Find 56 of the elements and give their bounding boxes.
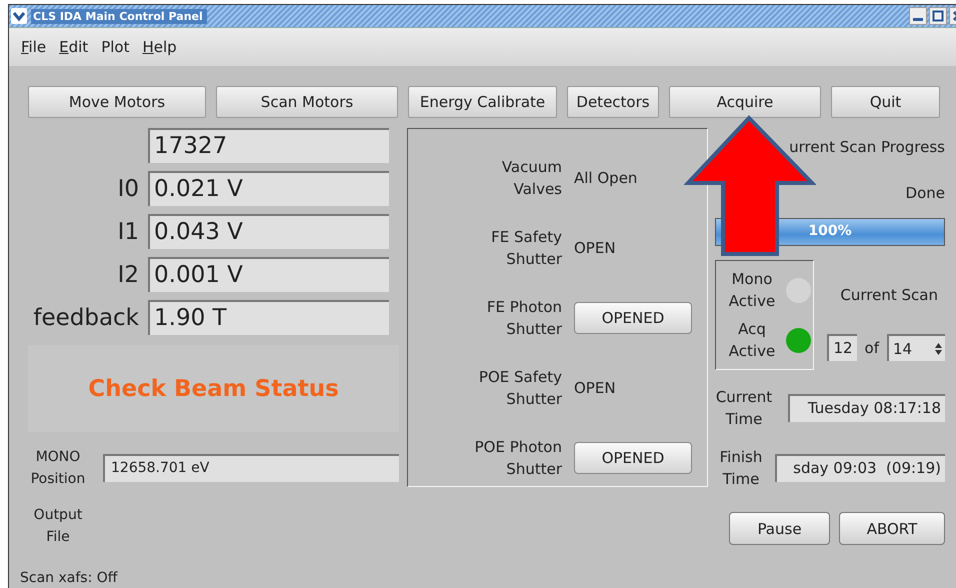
progress-title: urrent Scan Progress bbox=[788, 138, 945, 156]
finish-time-field: sday 09:03 (09:19) bbox=[775, 454, 945, 482]
reading-field: 1.90 T bbox=[148, 300, 389, 335]
menu-item[interactable]: Help bbox=[142, 38, 177, 56]
of-label: of bbox=[864, 338, 879, 356]
reading-label: I2 bbox=[116, 262, 140, 288]
menu-item[interactable]: File bbox=[21, 38, 46, 56]
action-button[interactable]: ABORT bbox=[839, 512, 945, 545]
shutter-label: FE Photon Shutter bbox=[486, 297, 562, 340]
window-title: CLS IDA Main Control Panel bbox=[31, 8, 207, 24]
chevron-icon[interactable] bbox=[11, 8, 27, 24]
toolbar-button[interactable]: Quit bbox=[831, 86, 940, 118]
reading-field: 0.021 V bbox=[148, 171, 389, 206]
scan-total-spinbox[interactable]: 14 bbox=[887, 334, 945, 361]
shutter-label: FE Safety Shutter bbox=[490, 227, 562, 270]
toolbar-button[interactable]: Detectors bbox=[567, 86, 659, 118]
progress-reading: 100% bbox=[807, 223, 853, 239]
field-label: Output File bbox=[32, 506, 84, 547]
reading-field: 0.001 V bbox=[148, 257, 389, 292]
reading-label: I0 bbox=[116, 176, 140, 202]
menu-item[interactable]: Plot bbox=[101, 38, 130, 56]
mono-position-field: 12658.701 eV bbox=[103, 454, 399, 482]
action-button[interactable]: Pause bbox=[729, 512, 830, 545]
minimize-button[interactable] bbox=[909, 7, 927, 25]
scan-index-field: 12 bbox=[827, 334, 857, 361]
field-label: Finish Time bbox=[718, 447, 764, 490]
maximize-button[interactable] bbox=[929, 7, 947, 25]
beam-status-text: Check Beam Status bbox=[88, 376, 339, 402]
reading-label: feedback bbox=[32, 304, 140, 330]
indicator-label: Mono Active bbox=[728, 269, 776, 312]
spinner-arrows-icon[interactable] bbox=[934, 340, 943, 356]
minimize-icon bbox=[913, 18, 923, 20]
shutter-label: POE Safety Shutter bbox=[478, 367, 562, 410]
shutter-label: POE Photon Shutter bbox=[474, 437, 562, 480]
shutter-label: Vacuum Valves bbox=[500, 157, 562, 200]
reading-field: 17327 bbox=[148, 128, 389, 163]
field-label: MONO Position bbox=[30, 448, 86, 489]
reading-field: 0.043 V bbox=[148, 214, 389, 249]
status-text: Scan xafs: Off bbox=[20, 570, 119, 586]
current-time-field: Tuesday 08:17:18 bbox=[788, 394, 945, 422]
field-label: Current Time bbox=[715, 387, 773, 430]
indicator-label: Acq Active bbox=[728, 319, 776, 362]
maximize-icon bbox=[932, 10, 944, 22]
shutter-button[interactable]: OPENED bbox=[574, 302, 692, 334]
menu-item[interactable]: Edit bbox=[59, 38, 88, 56]
toolbar-button[interactable]: Move Motors bbox=[28, 86, 206, 118]
shutter-status: OPEN bbox=[574, 239, 616, 257]
shutter-status: OPEN bbox=[574, 379, 616, 397]
reading-label: I1 bbox=[116, 218, 140, 244]
progress-status: Done bbox=[904, 184, 945, 202]
current-scan-label: Current Scan bbox=[840, 286, 938, 304]
toolbar-button[interactable]: Scan Motors bbox=[216, 86, 398, 118]
shutter-status: All Open bbox=[574, 169, 638, 187]
toolbar-button[interactable]: Energy Calibrate bbox=[408, 86, 557, 118]
shutter-button[interactable]: OPENED bbox=[574, 442, 692, 474]
toolbar-button[interactable]: Acquire bbox=[669, 86, 821, 118]
